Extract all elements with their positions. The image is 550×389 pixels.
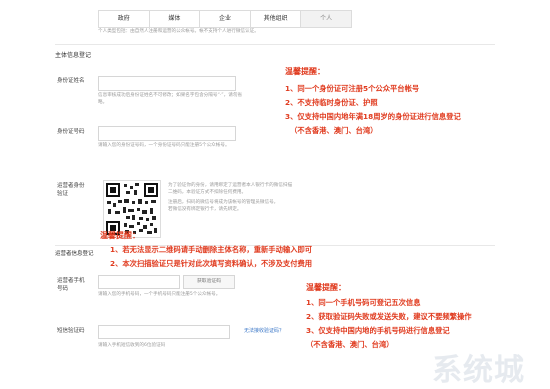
id-note: 请输入您的身份证号码，一个身份证号码只能注册5个公众帐号。 bbox=[98, 143, 230, 148]
tab-media[interactable]: 媒体 bbox=[150, 11, 201, 27]
tab-government[interactable]: 政府 bbox=[99, 11, 150, 27]
admin-verify-label: 运营者身份 验证 bbox=[57, 183, 85, 197]
qr-code-icon bbox=[106, 183, 158, 235]
cannot-receive-code-link[interactable]: 无法接收验证码？ bbox=[244, 327, 284, 334]
type-note: 个人类型包括：由自然人注册和运营的公众帐号。帐不支持个人进行微信认证。 bbox=[98, 29, 259, 34]
phone-input[interactable] bbox=[98, 275, 180, 289]
admin-info-label: 运营者信息登记 bbox=[55, 251, 94, 257]
tab-enterprise[interactable]: 企业 bbox=[200, 11, 251, 27]
subject-type-tabs: 政府 媒体 企业 其他组织 个人 bbox=[98, 10, 352, 28]
divider bbox=[55, 44, 495, 45]
sms-note: 请输入手机短信收到的6位验证码 bbox=[98, 343, 166, 348]
tip-phone: 温馨提醒： 1、同一个手机号码可登记五次信息 2、获取验证码失败或发送失败，建议… bbox=[306, 283, 472, 349]
qr-note: 为了验证你的身份，请用绑定了运营者本人银行卡的微信扫描 二维码，本验证方式不扣除… bbox=[168, 183, 293, 212]
sms-input[interactable] bbox=[98, 325, 230, 339]
phone-note: 请输入您的手机号码，一个手机号码只能注册5个公众帐号。 bbox=[98, 292, 221, 297]
tip-id: 温馨提醒： 1、同一个身份证可注册5个公众平台帐号 2、不支持临时身份证、护照 … bbox=[285, 67, 461, 135]
get-code-button[interactable]: 获取验证码 bbox=[183, 275, 235, 289]
name-input[interactable] bbox=[98, 76, 236, 91]
phone-label: 运营者手机 号码 bbox=[57, 278, 85, 292]
sms-label: 短信验证码 bbox=[57, 328, 85, 334]
tip-qr: 温馨提醒： 1、若无法显示二维码请手动删除主体名称，重新手动输入即可 2、本次扫… bbox=[100, 231, 313, 268]
name-note: 信息审核成功后身份证姓名不可修改；如果名字包含分隔号“·”，请勿省略。 bbox=[98, 93, 243, 105]
id-label: 身份证号码 bbox=[57, 129, 85, 135]
tab-personal[interactable]: 个人 bbox=[301, 11, 351, 27]
name-label: 身份证姓名 bbox=[57, 78, 85, 84]
tab-other-org[interactable]: 其他组织 bbox=[251, 11, 302, 27]
section-title: 主体信息登记 bbox=[55, 52, 92, 59]
id-input[interactable] bbox=[98, 126, 236, 141]
watermark-logo: 系统城 bbox=[432, 353, 525, 388]
